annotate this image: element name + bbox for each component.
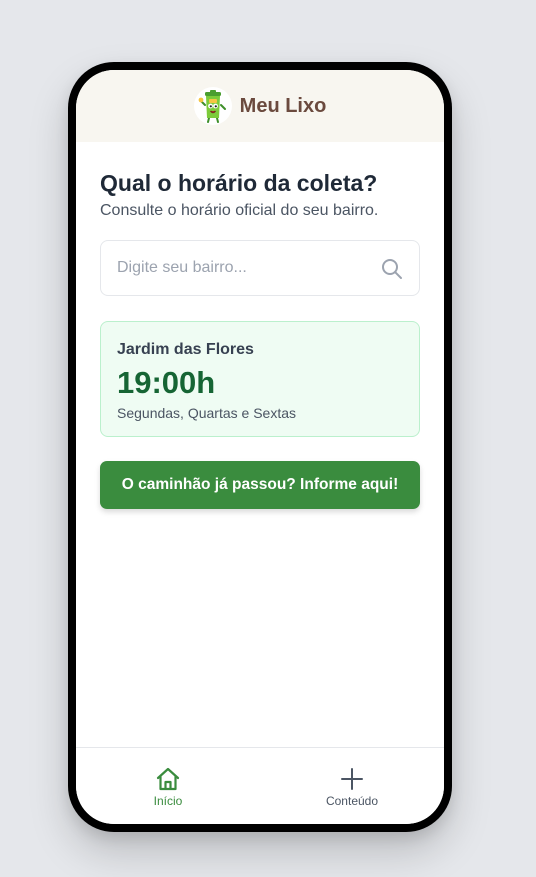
home-icon: [156, 767, 180, 791]
trash-can-mascot-icon: [193, 87, 232, 125]
app-screen: Meu Lixo Qual o horário da coleta? Consu…: [76, 70, 444, 824]
schedule-card: Jardim das Flores 19:00h Segundas, Quart…: [100, 321, 420, 437]
bottom-nav: Início Conteúdo: [76, 747, 444, 824]
page-title: Qual o horário da coleta?: [100, 170, 378, 196]
nav-item-conteudo[interactable]: Conteúdo: [260, 748, 444, 824]
phone-frame: Meu Lixo Qual o horário da coleta? Consu…: [68, 62, 452, 832]
search-icon[interactable]: [381, 258, 403, 280]
nav-label-inicio: Início: [153, 794, 183, 808]
report-truck-passed-button[interactable]: O caminhão já passou? Informe aqui!: [100, 461, 420, 509]
collection-time: 19:00h: [117, 365, 216, 400]
nav-item-inicio[interactable]: Início: [76, 748, 260, 824]
plus-icon: [341, 768, 363, 790]
main-content: Qual o horário da coleta? Consulte o hor…: [76, 142, 444, 509]
app-header: Meu Lixo: [76, 70, 444, 142]
neighborhood-name: Jardim das Flores: [117, 341, 254, 358]
app-title: Meu Lixo: [239, 94, 327, 117]
nav-label-conteudo: Conteúdo: [325, 794, 379, 808]
collection-days: Segundas, Quartas e Sextas: [117, 405, 296, 421]
page-subtitle: Consulte o horário oficial do seu bairro…: [100, 202, 379, 219]
neighborhood-search-input[interactable]: [101, 241, 419, 295]
search-box: [100, 240, 420, 296]
